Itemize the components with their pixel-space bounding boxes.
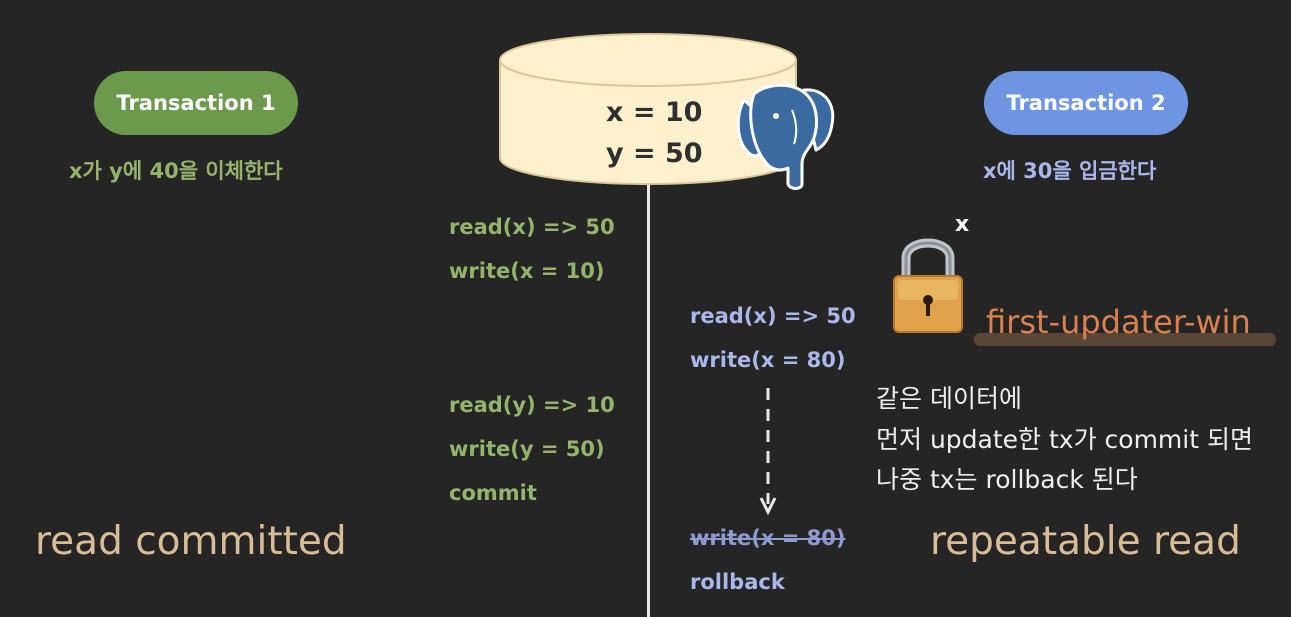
transaction2-description: x에 30을 입금한다 [983,159,1157,183]
wait-arrow [759,388,777,516]
explanation-line-2: 먼저 update한 tx가 commit 되면 [876,425,1253,454]
isolation-level-t1: read committed [35,519,347,564]
t2-op-read-x: read(x) => 50 [690,304,856,328]
timeline-axis [647,180,650,617]
database-value-y: y = 50 [606,138,703,169]
t2-op-rollback: rollback [690,570,785,594]
transaction1-description: x가 y에 40을 이체한다 [69,159,283,183]
t1-op-commit: commit [449,481,537,505]
transaction2-badge: Transaction 2 [984,71,1188,135]
t1-op-read-x: read(x) => 50 [449,215,615,239]
t1-op-write-y: write(y = 50) [449,437,605,461]
database-value-x: x = 10 [606,97,703,128]
t2-op-write-x-failed: write(x = 80) [690,526,846,550]
t1-op-write-x: write(x = 10) [449,259,605,283]
transaction1-badge: Transaction 1 [94,71,298,135]
t2-op-write-x: write(x = 80) [690,348,846,372]
postgresql-elephant-icon [736,83,835,190]
explanation-line-1: 같은 데이터에 [876,384,1022,413]
isolation-level-t2: repeatable read [930,519,1241,564]
rule-label: first-updater-win [986,303,1251,341]
padlock-icon [893,238,963,333]
explanation-line-3: 나중 tx는 rollback 된다 [876,465,1138,494]
t1-op-read-y: read(y) => 10 [449,393,615,417]
lock-label: x [955,212,970,237]
